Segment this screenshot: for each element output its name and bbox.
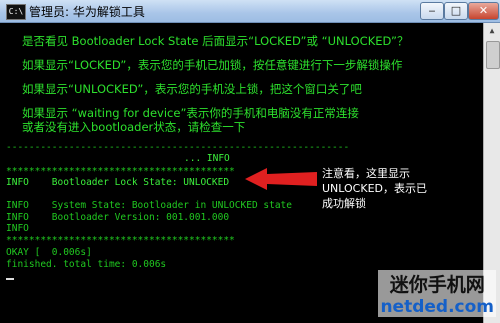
text-cursor (6, 278, 14, 280)
instruction-line: 或者没有进入bootloader状态，请检查一下 (22, 120, 246, 134)
lock-state-line: INFO Bootloader Lock State: UNLOCKED (6, 177, 230, 188)
red-arrow-icon (245, 168, 317, 190)
window-title: 管理员: 华为解锁工具 (29, 5, 145, 19)
instruction-line: 是否看见 Bootloader Lock State 后面显示“LOCKED”或… (22, 34, 409, 48)
annotation-line: UNLOCKED，表示已 (322, 182, 427, 195)
finished-line: finished. total time: 0.006s (6, 259, 167, 270)
close-button[interactable]: ✕ (468, 2, 499, 20)
annotation-line: 注意看，这里显示 (322, 167, 410, 180)
scroll-thumb[interactable] (486, 41, 500, 69)
info-header: ... INFO (184, 153, 230, 164)
maximize-button[interactable]: □ (444, 2, 468, 20)
okay-line: OKAY [ 0.006s] (6, 247, 92, 258)
annotation-callout: 注意看，这里显示 UNLOCKED，表示已 成功解锁 (322, 166, 462, 211)
watermark-url: netded.com (378, 297, 496, 317)
title-bar: C:\ 管理员: 华为解锁工具 ‒ □ ✕ (0, 0, 500, 23)
annotation-line: 成功解锁 (322, 197, 366, 210)
separator-dashes: ----------------------------------------… (6, 142, 350, 153)
instruction-line: 如果显示“UNLOCKED”，表示您的手机没上锁，把这个窗口关了吧 (22, 82, 362, 96)
minimize-button[interactable]: ‒ (420, 2, 444, 20)
console-app-icon: C:\ (6, 4, 26, 20)
watermark: 迷你手机网 netded.com (378, 270, 496, 317)
star-separator: **************************************** (6, 235, 235, 246)
watermark-site-name: 迷你手机网 (378, 270, 496, 297)
star-separator: **************************************** (6, 166, 235, 177)
bootloader-version-line: INFO Bootloader Version: 001.001.000 (6, 212, 230, 223)
scroll-up-arrow-icon[interactable]: ▲ (486, 25, 498, 37)
instruction-line: 如果显示“LOCKED”，表示您的手机已加锁，按任意键进行下一步解锁操作 (22, 58, 403, 72)
system-state-line: INFO System State: Bootloader in UNLOCKE… (6, 200, 292, 211)
info-line: INFO (6, 223, 29, 234)
